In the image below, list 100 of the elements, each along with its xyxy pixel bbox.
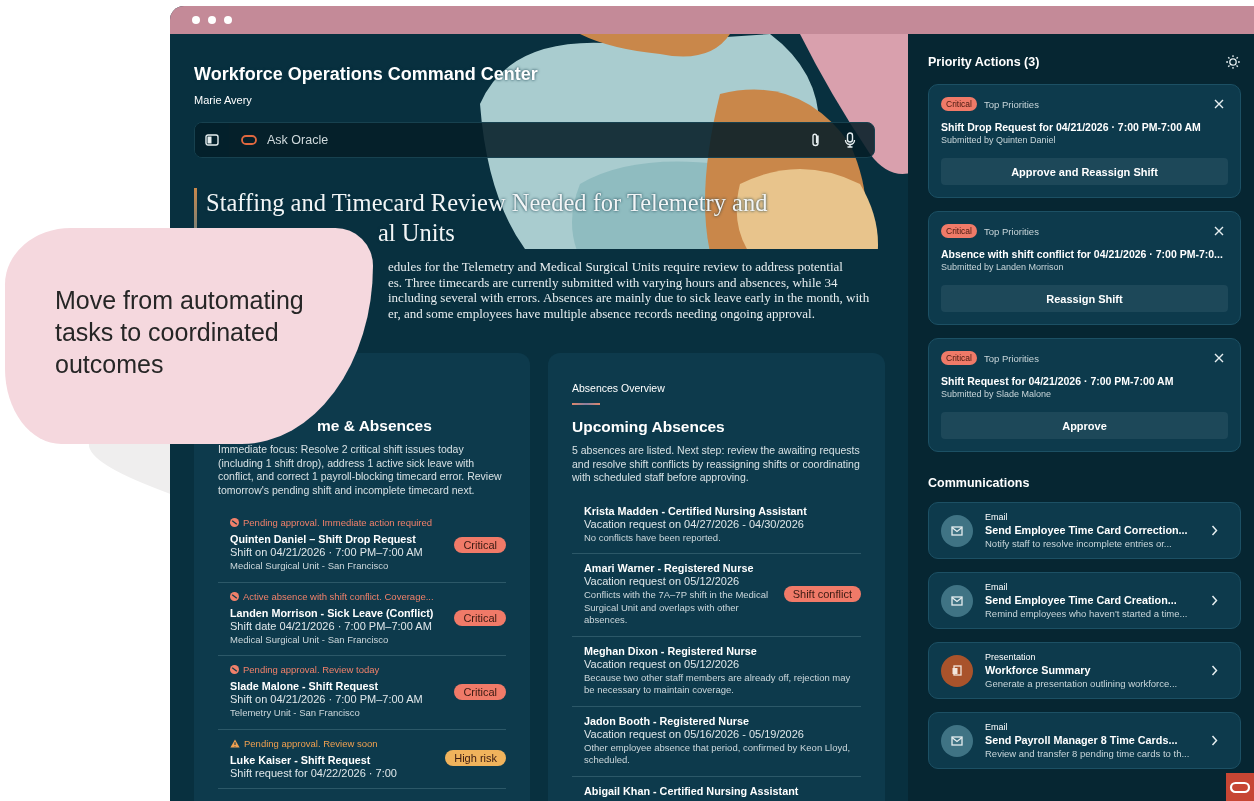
- item-title: Workforce Summary: [985, 664, 1092, 676]
- item-title: Krista Madden - Certified Nursing Assistant: [584, 504, 808, 517]
- paperclip-icon[interactable]: [810, 132, 822, 148]
- card-heading: Upcoming Absences: [572, 418, 726, 436]
- item-note: No conflicts have been reported.: [584, 531, 722, 544]
- communication-item[interactable]: Email Send Employee Time Card Correction... Notify staff to resolve incomplete entries or...: [928, 502, 1241, 559]
- severity-badge: Critical: [941, 97, 977, 111]
- status-badge: Critical: [454, 683, 506, 700]
- window-dot[interactable]: [224, 16, 232, 24]
- panel-heading: Communications: [928, 476, 1031, 490]
- ring-logo-icon: [1226, 773, 1254, 801]
- warning-icon: [230, 738, 240, 748]
- close-icon[interactable]: [1214, 353, 1224, 363]
- item-description: Remind employees who haven't started a time...: [985, 608, 1189, 619]
- item-description: Generate a presentation outlining workforce...: [985, 678, 1179, 689]
- action-title: Shift Request for 04/21/2026 · 7:00 PM-7:00 AM: [941, 375, 1175, 387]
- status-badge: Shift conflict: [783, 586, 861, 603]
- panel-icon: [205, 134, 219, 146]
- communication-item[interactable]: Email Send Employee Time Card Creation... Remind employees who haven't started a time...: [928, 572, 1241, 629]
- panel-heading: Priority Actions (3): [928, 55, 1040, 69]
- status-text: Pending approval. Review soon: [244, 737, 378, 749]
- item-note: Medical Surgical Unit - San Francisco: [230, 560, 390, 573]
- card-eyebrow: Absences Overview: [572, 382, 666, 394]
- summary-text: including several with errors. Absences are mainly due to sick leave early in the month, with: [388, 290, 870, 306]
- item-note: Medical Surgical Unit - San Francisco: [230, 633, 390, 646]
- communication-item[interactable]: Presentation Workforce Summary Generate a presentation outlining workforce...: [928, 642, 1241, 699]
- status-text: Active absence with shift conflict. Coverage...: [243, 590, 434, 602]
- severity-badge: Critical: [941, 224, 977, 238]
- ask-bar[interactable]: Ask Oracle: [194, 122, 875, 158]
- item-subtitle: Shift on 04/21/2026 · 7:00 PM–7:00 AM: [230, 546, 424, 558]
- item-title: Amari Warner - Registered Nurse: [584, 562, 755, 574]
- item-title: Send Employee Time Card Correction...: [985, 524, 1189, 536]
- microphone-icon[interactable]: [844, 132, 856, 148]
- document-icon: [941, 654, 973, 687]
- item-note: Other employee absence that period, confirmed by Keon Lloyd, scheduled.: [584, 741, 852, 767]
- item-subtitle: Shift request for 04/22/2026 · 7:00: [230, 766, 398, 779]
- item-title: Slade Malone - Shift Request: [230, 680, 380, 692]
- item-type: Email: [985, 512, 1009, 522]
- ring-logo-icon: [241, 135, 257, 145]
- action-button[interactable]: Reassign Shift: [941, 285, 1228, 312]
- summary-text: er, and some employees have multiple absence records needing ongoing approval.: [388, 305, 815, 321]
- card-description: Immediate focus: Resolve 2 critical shift issues today (including 1 shift drop), address 1 active sick leave with conflict, and correct 1 payroll-blocking timecard error. Review tomorrow's pending shift and incomplete timecard next.: [218, 443, 503, 497]
- item-note: Conflicts with the 7A–7P shift in the Medical Surgical Unit and overlaps with other absences.: [584, 589, 770, 627]
- item-type: Presentation: [985, 652, 1037, 662]
- envelope-icon: [941, 514, 973, 547]
- item-subtitle: Vacation request on 05/12/2026: [584, 575, 741, 587]
- submitter-text: Submitted by Slade Malone: [941, 389, 1053, 399]
- action-title: Shift Drop Request for 04/21/2026 · 7:00 PM-7:00 AM: [941, 121, 1202, 133]
- sun-icon[interactable]: [1225, 54, 1241, 70]
- accent-rule: [572, 403, 600, 405]
- blocked-icon: [230, 665, 239, 674]
- item-note: Because two other staff members are already off, rejection may be necessary to maintain coverage.: [584, 671, 852, 697]
- item-type: Email: [985, 722, 1009, 732]
- item-title: Landen Morrison - Sick Leave (Conflict): [230, 606, 435, 619]
- action-button[interactable]: Approve: [941, 412, 1228, 439]
- item-title: Abigail Khan - Certified Nursing Assistant: [584, 784, 800, 797]
- user-name: Marie Avery: [194, 94, 253, 106]
- item-title: Meghan Dixon - Registered Nurse: [584, 644, 758, 657]
- window-dot[interactable]: [192, 16, 200, 24]
- chevron-right-icon: [1211, 665, 1218, 676]
- item-subtitle: Shift date 04/21/2026 · 7:00 PM–7:00 AM: [230, 619, 433, 632]
- item-title: Send Payroll Manager 8 Time Cards...: [985, 734, 1179, 746]
- action-button[interactable]: Approve and Reassign Shift: [941, 158, 1228, 185]
- summary-heading: al Units: [378, 218, 455, 248]
- envelope-icon: [941, 584, 973, 617]
- chevron-right-icon: [1211, 595, 1218, 606]
- status-text: Pending approval. Review today: [243, 664, 380, 675]
- item-type: Email: [985, 582, 1009, 592]
- card-heading: me & Absences: [317, 417, 433, 435]
- chevron-right-icon: [1211, 735, 1218, 746]
- envelope-icon: [941, 724, 973, 757]
- close-icon[interactable]: [1214, 99, 1224, 109]
- category-label: Top Priorities: [984, 225, 1040, 237]
- status-badge: Critical: [454, 536, 506, 553]
- item-title: Quinten Daniel – Shift Drop Request: [230, 533, 417, 545]
- status-text: Pending approval. Immediate action required: [243, 517, 433, 528]
- status-badge: High risk: [445, 750, 506, 766]
- ask-input[interactable]: Ask Oracle: [265, 132, 788, 148]
- summary-text: es. Three timecards are currently submitted with varying hours and absences, while 34: [388, 274, 838, 290]
- close-icon[interactable]: [1214, 226, 1224, 236]
- summary-text: edules for the Telemetry and Medical Surgical Units require review to address potential: [388, 259, 843, 275]
- action-title: Absence with shift conflict for 04/21/2026 · 7:00 PM-7:0...: [941, 248, 1224, 260]
- item-description: Review and transfer 8 pending time cards to th...: [985, 748, 1191, 759]
- item-note: Telemetry Unit - San Francisco: [230, 707, 361, 720]
- blocked-icon: [230, 591, 239, 601]
- item-subtitle: Shift on 04/21/2026 · 7:00 PM–7:00 AM: [230, 693, 424, 705]
- blocked-icon: [230, 518, 239, 527]
- window-dot[interactable]: [208, 16, 216, 24]
- item-subtitle: Vacation request on 04/27/2026 - 04/30/2026: [584, 517, 805, 530]
- status-badge: Critical: [454, 610, 506, 627]
- item-title: Jadon Booth - Registered Nurse: [584, 714, 750, 727]
- category-label: Top Priorities: [984, 352, 1040, 364]
- submitter-text: Submitted by Landen Morrison: [941, 262, 1065, 272]
- communication-item[interactable]: Email Send Payroll Manager 8 Time Cards... Review and transfer 8 pending time cards to th...: [928, 712, 1241, 769]
- item-subtitle: Vacation request on 05/12/2026: [584, 657, 741, 670]
- severity-badge: Critical: [941, 351, 977, 365]
- item-title: Luke Kaiser - Shift Request: [230, 753, 372, 766]
- chevron-right-icon: [1211, 525, 1218, 536]
- card-description: 5 absences are listed. Next step: review the awaiting requests and resolve shift conflicts by reassigning shifts or coordinating with scheduled staff before approving.: [572, 444, 861, 485]
- item-description: Notify staff to resolve incomplete entries or...: [985, 538, 1173, 549]
